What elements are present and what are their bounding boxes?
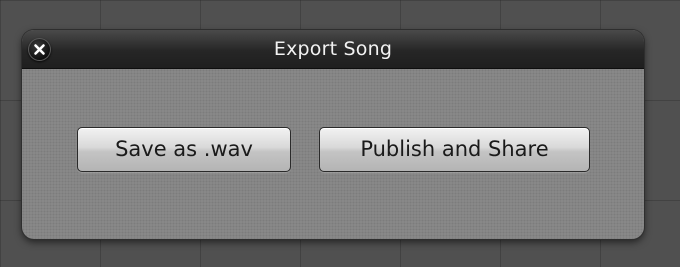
dialog-titlebar: Export Song [22,30,644,69]
close-button[interactable] [28,38,51,61]
dialog-title: Export Song [273,38,393,60]
save-as-wav-button[interactable]: Save as .wav [77,127,291,172]
export-song-dialog: Export Song Save as .wav Publish and Sha… [22,30,644,239]
close-icon [34,44,45,55]
publish-and-share-button[interactable]: Publish and Share [319,127,590,172]
